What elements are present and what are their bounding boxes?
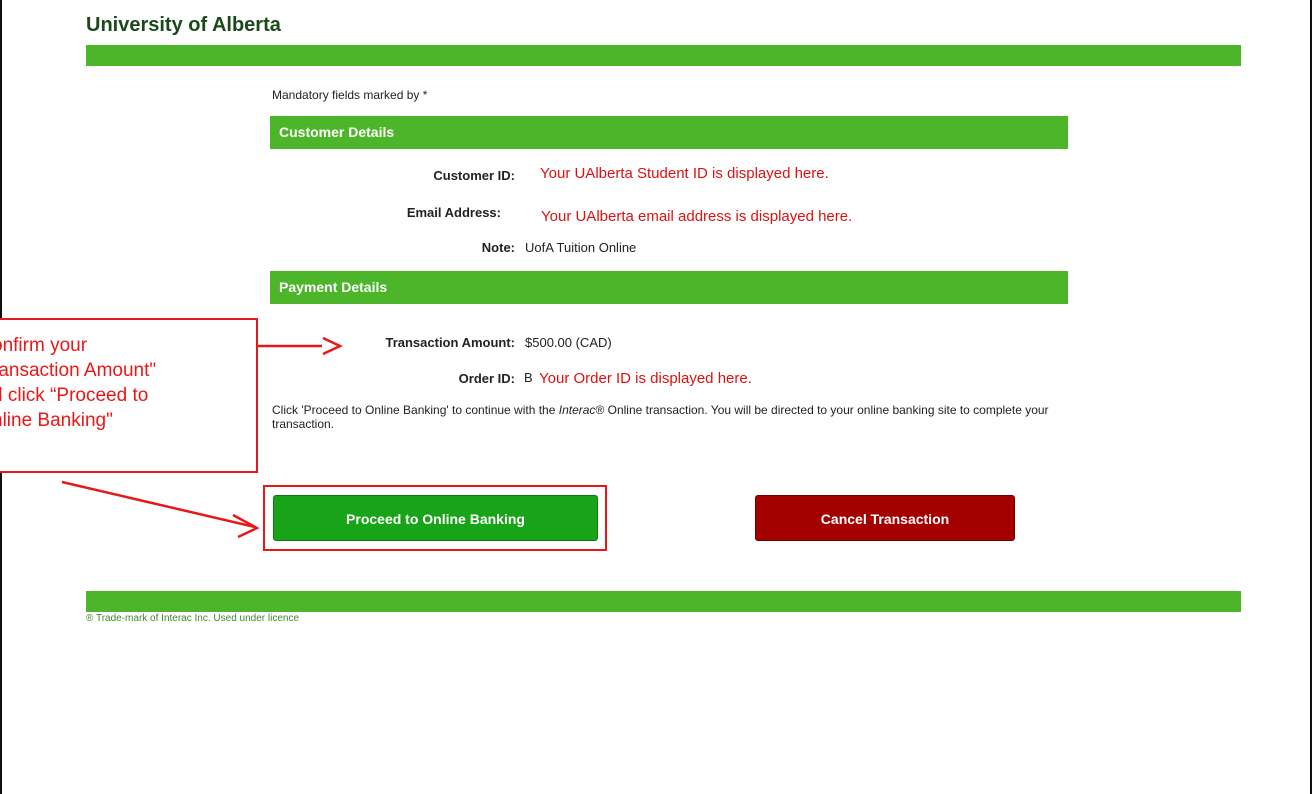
arrow-to-amount — [258, 336, 343, 356]
annotation-arrows — [61, 336, 343, 539]
arrow-to-proceed — [61, 480, 260, 539]
